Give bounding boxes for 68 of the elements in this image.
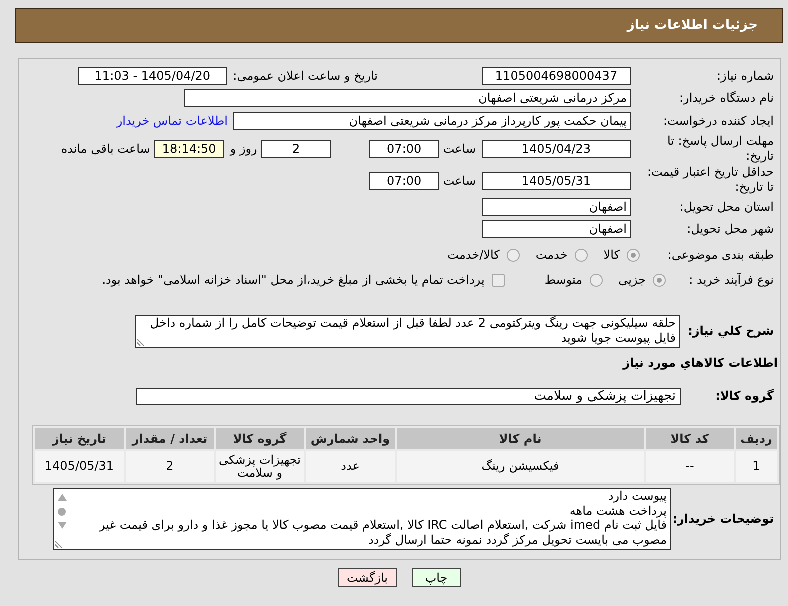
table-cell: 2	[126, 451, 214, 482]
field-label: نام دستگاه خریدار:	[680, 91, 774, 106]
table-cell: تجهیزات پزشکی و سلامت	[216, 451, 304, 482]
scroll-thumb-icon[interactable]	[58, 508, 66, 516]
print-button[interactable]: چاپ	[412, 568, 461, 587]
scroll-up-arrow-icon[interactable]	[58, 494, 67, 501]
column-header: تاریخ نیاز	[35, 428, 124, 449]
description-textarea[interactable]: حلقه سیلیکونی جهت رینگ ویترکتومی 2 عدد لطفا قبل از استعلام قیمت توضیحات کامل را از شماره داخل فایل پیوست جویا شوید	[135, 315, 680, 348]
page-title: جزئیات اطلاعات نیاز	[627, 16, 758, 35]
radio-button[interactable]	[653, 274, 666, 286]
field-label: ساعت	[443, 172, 476, 190]
days-field[interactable]: 2	[261, 140, 332, 158]
option-label: کالا	[604, 247, 620, 264]
radio-button[interactable]	[574, 248, 588, 262]
field-label: تاریخ و ساعت اعلان عمومی:	[233, 68, 378, 85]
resize-handle-icon[interactable]	[55, 541, 62, 548]
radio-button[interactable]	[627, 248, 640, 262]
remaining-time-field[interactable]: 18:14:50	[154, 140, 224, 158]
column-header: ردیف	[736, 428, 777, 449]
column-header: کد کالا	[646, 428, 734, 449]
option-label: کالا/خدمت	[448, 247, 500, 264]
column-header: گروه کالا	[216, 428, 304, 449]
goods-group-field[interactable]: تجهیزات پزشکی و سلامت	[136, 388, 681, 404]
column-header: تعداد / مقدار	[126, 428, 214, 449]
requester-field[interactable]: پیمان حکمت پور کارپرداز مرکز درمانی شریعتی اصفهان	[233, 112, 631, 130]
checkbox-label: پرداخت تمام یا بخشی از مبلغ خرید،از محل "اسناد خزانه اسلامی" خواهد بود.	[102, 272, 485, 289]
option-label: متوسط	[544, 272, 583, 289]
option-label: جزیی	[618, 272, 646, 289]
field-label: توضیحات خریدار:	[672, 512, 774, 527]
field-label: شماره نیاز:	[717, 69, 774, 84]
field-label: گروه کالا:	[716, 389, 774, 404]
validity-date-field[interactable]: 1405/05/31	[482, 172, 631, 190]
table-cell: 1405/05/31	[35, 451, 124, 482]
need-number-field[interactable]: 1105004698000437	[482, 67, 631, 85]
checkbox[interactable]	[492, 274, 505, 286]
column-header: نام کالا	[397, 428, 644, 449]
table-cell: فیکسیشن رینگ	[397, 451, 644, 482]
radio-button[interactable]	[590, 274, 603, 286]
table-cell: عدد	[306, 451, 395, 482]
field-label: ایجاد کننده درخواست:	[663, 114, 774, 129]
validity-time-field[interactable]: 07:00	[369, 172, 440, 190]
field-label: حداقل تاریخ اعتبار قیمت: تا تاریخ:	[646, 165, 774, 195]
field-label: شهر محل تحویل:	[687, 222, 774, 237]
table-cell: 1	[736, 451, 777, 482]
scroll-down-arrow-icon[interactable]	[58, 522, 67, 529]
notes-textarea[interactable]: پیوست دارد پرداخت هشت ماهه فایل ثبت نام imed شرکت ,استعلام اصالت IRC کالا ,استعلام قیمت مصوب کالا یا مجوز غذا و دارو برای قیمت غیر مصوب می بایست تحویل مرکز گردد نمونه حتما ارسال گردد	[53, 488, 671, 550]
field-label: نوع فرآیند خرید :	[689, 273, 774, 288]
field-label: استان محل تحویل:	[680, 200, 774, 215]
field-label: روز و	[230, 141, 258, 158]
field-label: مهلت ارسال پاسخ: تا تاریخ:	[666, 134, 774, 164]
column-header: واحد شمارش	[306, 428, 395, 449]
section-title: اطلاعات کالاهاي مورد نیاز	[623, 355, 778, 372]
resize-handle-icon[interactable]	[137, 339, 144, 346]
deadline-time-field[interactable]: 07:00	[369, 140, 440, 158]
city-field[interactable]: اصفهان	[482, 220, 631, 238]
announce-date-field[interactable]: 1405/04/20 - 11:03	[78, 67, 228, 85]
option-label: خدمت	[536, 247, 568, 264]
deadline-date-field[interactable]: 1405/04/23	[482, 140, 631, 158]
field-label: ساعت	[443, 141, 476, 158]
buyer-contact-link[interactable]: اطلاعات تماس خریدار	[116, 112, 228, 130]
field-label: شرح کلي نیاز:	[688, 324, 774, 339]
buyer-org-field[interactable]: مرکز درمانی شریعتی اصفهان	[184, 89, 631, 107]
radio-button[interactable]	[506, 248, 520, 262]
province-field[interactable]: اصفهان	[482, 198, 631, 216]
field-label: ساعت باقی مانده	[61, 141, 150, 158]
table-cell: --	[646, 451, 734, 482]
field-label: طبقه بندی موضوعی:	[668, 248, 774, 263]
back-button[interactable]: بازگشت	[338, 568, 397, 587]
